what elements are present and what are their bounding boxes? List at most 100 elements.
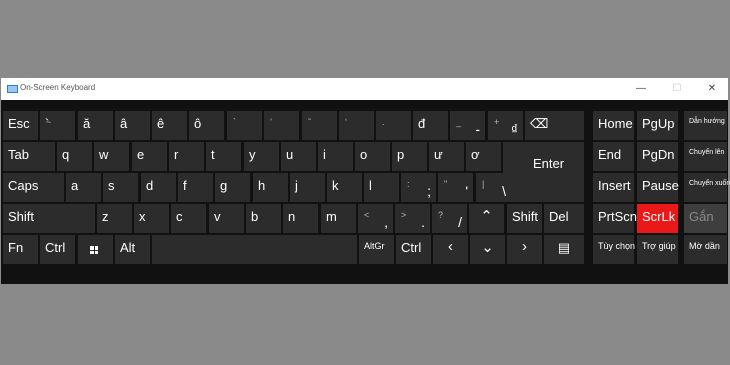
key-label: Chuyển lên (689, 149, 725, 156)
key-label: h (258, 178, 266, 193)
key-j[interactable]: j (290, 173, 325, 202)
key-f[interactable]: f (178, 173, 213, 202)
key-o-circ[interactable]: ô (189, 111, 224, 140)
key-semicolon[interactable]: :; (401, 173, 436, 202)
key-prtscn[interactable]: PrtScn (593, 204, 637, 233)
key-insert[interactable]: Insert (593, 173, 634, 202)
key-c[interactable]: c (171, 204, 206, 233)
key-k9[interactable]: ‘ (339, 111, 374, 140)
key-a-breve[interactable]: ă (78, 111, 113, 140)
on-screen-keyboard-window: On-Screen Keyboard — ☐ ✕ Esc ~ ` ă â ê ô ` ’ ˜ ‘. đ… (1, 78, 730, 284)
key-k6[interactable]: ` (227, 111, 262, 140)
key-backslash[interactable]: | \ (476, 173, 511, 202)
key-down[interactable]: ⌄ (470, 235, 505, 264)
key-move-down[interactable]: Chuyển xuống (684, 173, 730, 202)
key-o-horn[interactable]: ơ (466, 142, 501, 171)
key-l[interactable]: l (364, 173, 399, 202)
key-a[interactable]: a (66, 173, 101, 202)
key-fade[interactable]: Mờ dần (684, 235, 727, 264)
key-label: ư (434, 147, 443, 162)
key-u[interactable]: u (281, 142, 316, 171)
key-pgdn[interactable]: PgDn (637, 142, 678, 171)
key-q[interactable]: q (57, 142, 92, 171)
key-plus[interactable]: + ₫ (488, 111, 523, 140)
keyboard-icon (7, 85, 18, 93)
key-nav[interactable]: Dẫn hướng (684, 111, 727, 140)
key-comma[interactable]: <, (358, 204, 393, 233)
windows-logo-icon (90, 246, 98, 254)
key-n[interactable]: n (283, 204, 318, 233)
key-k7[interactable]: ’ (264, 111, 299, 140)
key-e[interactable]: e (132, 142, 167, 171)
key-i[interactable]: i (318, 142, 353, 171)
key-label: u (286, 147, 294, 162)
key-h[interactable]: h (253, 173, 288, 202)
key-x[interactable]: x (134, 204, 169, 233)
key-k8[interactable]: ˜ (302, 111, 337, 140)
key-altgr[interactable]: AltGr (359, 235, 394, 264)
key-pause[interactable]: Pause (637, 173, 679, 202)
key-move-up[interactable]: Chuyển lên (684, 142, 727, 171)
key-left[interactable]: ‹ (433, 235, 468, 264)
key-tab[interactable]: Tab (3, 142, 55, 171)
key-label: z (102, 209, 109, 224)
key-d-stroke[interactable]: đ (413, 111, 448, 140)
key-help[interactable]: Trợ giúp (637, 235, 678, 264)
key-label: a (71, 178, 79, 193)
key-esc[interactable]: Esc (3, 111, 38, 140)
key-fn[interactable]: Fn (3, 235, 38, 264)
keyboard-area: Esc ~ ` ă â ê ô `’ ˜ ‘. đ _ - + ₫ ⌫ Home PgUp Dẫn hướng Tab… (1, 100, 730, 284)
key-alt[interactable]: Alt (115, 235, 150, 264)
key-pgup[interactable]: PgUp (637, 111, 678, 140)
key-minus[interactable]: _ - (450, 111, 485, 140)
key-e-circ[interactable]: ê (152, 111, 187, 140)
key-g[interactable]: g (215, 173, 250, 202)
key-o[interactable]: o (355, 142, 390, 171)
close-button[interactable]: ✕ (695, 78, 729, 100)
key-win[interactable] (78, 235, 113, 264)
key-slash[interactable]: ? / (432, 204, 467, 233)
key-s[interactable]: s (103, 173, 138, 202)
key-space[interactable] (152, 235, 357, 264)
key-v[interactable]: v (209, 204, 244, 233)
key-dock[interactable]: Gắn (684, 204, 727, 233)
key-caps[interactable]: Caps (3, 173, 64, 202)
key-label: PgDn (642, 147, 675, 162)
title-bar[interactable]: On-Screen Keyboard — ☐ ✕ (1, 78, 728, 100)
key-k10[interactable]: . (376, 111, 411, 140)
key-t[interactable]: t (206, 142, 241, 171)
key-enter[interactable]: Enter (503, 142, 584, 202)
key-w[interactable]: w (94, 142, 129, 171)
key-m[interactable]: m (321, 204, 356, 233)
key-shift-label: " (444, 179, 448, 189)
key-r[interactable]: r (169, 142, 204, 171)
key-k[interactable]: k (327, 173, 362, 202)
key-end[interactable]: End (593, 142, 634, 171)
key-rctrl[interactable]: Ctrl (396, 235, 431, 264)
key-grave[interactable]: ~ ` (40, 111, 75, 140)
key-rshift[interactable]: Shift (507, 204, 542, 233)
key-z[interactable]: z (97, 204, 132, 233)
key-u-horn[interactable]: ư (429, 142, 464, 171)
key-a-circ[interactable]: â (115, 111, 150, 140)
key-period[interactable]: >. (395, 204, 430, 233)
key-scrlk[interactable]: ScrLk (637, 204, 678, 233)
key-b[interactable]: b (246, 204, 281, 233)
key-label: Ctrl (45, 240, 66, 255)
key-d[interactable]: d (141, 173, 176, 202)
key-lctrl[interactable]: Ctrl (40, 235, 75, 264)
key-lshift[interactable]: Shift (3, 204, 95, 233)
key-p[interactable]: p (392, 142, 427, 171)
key-backspace[interactable]: ⌫ (525, 111, 584, 140)
minimize-button[interactable]: — (624, 78, 658, 100)
maximize-button[interactable]: ☐ (660, 78, 694, 100)
key-menu[interactable]: ▤ (544, 235, 584, 264)
key-options[interactable]: Tùy chọn (593, 235, 635, 264)
key-del[interactable]: Del (544, 204, 584, 233)
key-up[interactable]: ⌃ (469, 204, 504, 233)
key-home[interactable]: Home (593, 111, 634, 140)
key-y[interactable]: y (244, 142, 279, 171)
key-quote[interactable]: " ' (438, 173, 473, 202)
key-label: t (211, 147, 215, 162)
key-right[interactable]: › (507, 235, 542, 264)
